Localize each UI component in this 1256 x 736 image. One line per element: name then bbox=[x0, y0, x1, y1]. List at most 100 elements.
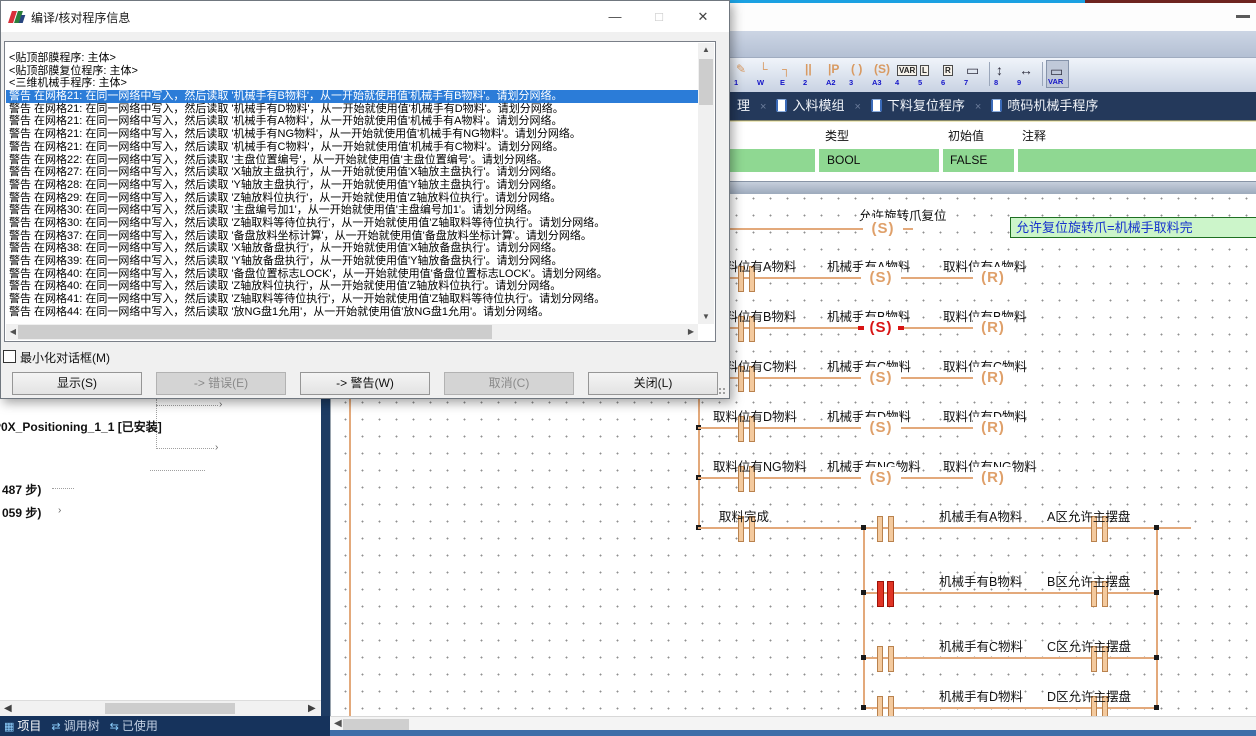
dialog-row[interactable]: 警告 在网格41: 在同一网络中写入，然后读取 'Z轴取料等待位执行'，从一开始… bbox=[6, 293, 698, 306]
comment-tool[interactable]: ▭7 bbox=[963, 60, 986, 88]
coil-symbol[interactable]: (S) bbox=[861, 417, 901, 439]
operand-label[interactable]: 取料位有NG物料 bbox=[713, 456, 807, 475]
wire-down-tool[interactable]: ┐E bbox=[779, 60, 802, 88]
table-ladder-splitter[interactable] bbox=[730, 173, 1256, 195]
contact-p-tool[interactable]: |PA2 bbox=[825, 60, 848, 88]
var-row-name-cell[interactable] bbox=[730, 149, 815, 172]
ladder-hscroll-thumb[interactable] bbox=[343, 719, 409, 730]
dialog-hscroll-thumb[interactable] bbox=[18, 325, 492, 339]
operand-label[interactable]: 机械手有D物料 bbox=[939, 686, 1023, 705]
coil-symbol[interactable]: (R) bbox=[973, 317, 1013, 339]
operand-label[interactable]: A区允许主摆盘 bbox=[1047, 506, 1130, 525]
dialog-button-2[interactable]: -> 错误(E) bbox=[156, 372, 286, 395]
dialog-row[interactable]: 警告 在网格30: 在同一网络中写入，然后读取 'Z轴取料等待位执行'，从一开始… bbox=[6, 217, 698, 230]
dialog-row[interactable]: 警告 在网格40: 在同一网络中写入，然后读取 '备盘位置标志LOCK'，从一开… bbox=[6, 268, 698, 281]
dialog-row[interactable]: 警告 在网格39: 在同一网络中写入，然后读取 'Y轴放备盘执行'，从一开始就使… bbox=[6, 255, 698, 268]
coil-symbol[interactable]: (R) bbox=[973, 417, 1013, 439]
tree-item-pox-positioning[interactable]: P0X_Positioning_1_1 [已安装] bbox=[0, 418, 162, 435]
operand-label[interactable]: 机械手有B物料 bbox=[939, 571, 1022, 590]
contact-symbol[interactable] bbox=[877, 696, 894, 716]
contact-symbol[interactable] bbox=[877, 581, 894, 605]
var-tool[interactable]: VAR4 bbox=[894, 60, 917, 88]
scroll-up-icon[interactable]: ▲ bbox=[698, 43, 714, 57]
close-icon[interactable]: ✕ bbox=[685, 1, 721, 32]
dialog-row[interactable]: <贴顶部膜复位程序: 主体> bbox=[6, 65, 698, 78]
coil-symbol[interactable]: (R) bbox=[973, 267, 1013, 289]
dialog-hscrollbar[interactable]: ◀ ▶ bbox=[6, 324, 698, 340]
operand-label[interactable]: 机械手有C物料 bbox=[939, 636, 1023, 655]
dialog-row[interactable]: <贴顶部膜程序: 主体> bbox=[6, 52, 698, 65]
tab-close-icon[interactable]: × bbox=[760, 93, 766, 121]
tree-tab-3[interactable]: ⇆已使用 bbox=[110, 716, 158, 736]
dialog-row[interactable]: 警告 在网格21: 在同一网络中写入，然后读取 '机械手有NG物料'，从一开始就… bbox=[6, 128, 698, 141]
dialog-row[interactable]: 警告 在网格21: 在同一网络中写入，然后读取 '机械手有B物料'，从一开始就使… bbox=[6, 90, 698, 103]
scroll-down-icon[interactable]: ▼ bbox=[698, 310, 714, 324]
stretch-v-tool[interactable]: ↕8 bbox=[993, 60, 1016, 88]
dialog-row[interactable]: 警告 在网格21: 在同一网络中写入，然后读取 '机械手有C物料'，从一开始就使… bbox=[6, 141, 698, 154]
operand-label[interactable]: D区允许主摆盘 bbox=[1047, 686, 1131, 705]
tab-close-icon[interactable]: × bbox=[975, 93, 981, 121]
tab-1[interactable]: 理 bbox=[737, 92, 750, 120]
panel-splitter[interactable] bbox=[321, 399, 330, 736]
dialog-titlebar[interactable]: 编译/核对程序信息 — □ ✕ bbox=[1, 1, 729, 32]
pencil-tool[interactable]: ✎1 bbox=[733, 60, 756, 88]
operand-label[interactable]: 取料位有D物料 bbox=[713, 406, 797, 425]
dialog-vscroll-thumb[interactable] bbox=[699, 59, 713, 105]
box-r-tool[interactable]: R6 bbox=[940, 60, 963, 88]
coil-symbol[interactable]: (S) bbox=[863, 218, 903, 240]
tab-4[interactable]: 喷码机械手程序 bbox=[991, 92, 1098, 120]
dialog-button-3[interactable]: -> 警告(W) bbox=[300, 372, 430, 395]
scroll-left-icon[interactable]: ◀ bbox=[334, 718, 342, 729]
dialog-row[interactable]: 警告 在网格40: 在同一网络中写入，然后读取 'Z轴放料位执行'，从一开始就使… bbox=[6, 280, 698, 293]
tab-3[interactable]: 下料复位程序 bbox=[871, 92, 965, 120]
var-comment-tool[interactable]: ▭VAR bbox=[1046, 60, 1069, 88]
scroll-right-icon[interactable]: ▶ bbox=[684, 324, 698, 340]
coil-symbol[interactable]: (S) bbox=[861, 367, 901, 389]
minimize-icon[interactable]: — bbox=[597, 1, 633, 32]
minimize-dialog-checkbox[interactable] bbox=[3, 350, 16, 363]
scroll-right-icon[interactable]: ▶ bbox=[308, 703, 316, 714]
contact-symbol[interactable] bbox=[877, 646, 894, 670]
box-l-tool[interactable]: L5 bbox=[917, 60, 940, 88]
dialog-row[interactable]: 警告 在网格21: 在同一网络中写入，然后读取 '机械手有A物料'，从一开始就使… bbox=[6, 115, 698, 128]
ladder-hscrollbar[interactable]: ◀ bbox=[330, 716, 1256, 731]
dialog-row[interactable]: 警告 在网格21: 在同一网络中写入，然后读取 '机械手有D物料'，从一开始就使… bbox=[6, 103, 698, 116]
coil-symbol[interactable]: (R) bbox=[973, 367, 1013, 389]
operand-label[interactable]: 取料完成 bbox=[719, 506, 769, 525]
coil-set-tool[interactable]: (S)A3 bbox=[871, 60, 894, 88]
dialog-row[interactable]: 警告 在网格44: 在同一网络中写入，然后读取 '放NG盘1允用'，从一开始就使… bbox=[6, 306, 698, 319]
contact-symbol[interactable] bbox=[877, 516, 894, 540]
network-comment-box[interactable]: 允许复位旋转爪=机械手取料完 bbox=[1010, 217, 1256, 238]
app-minimize-icon[interactable] bbox=[1236, 15, 1250, 18]
dialog-row[interactable]: <三维机械手程序: 主体> bbox=[6, 77, 698, 90]
tab-close-icon[interactable]: × bbox=[854, 93, 860, 121]
contact-tool[interactable]: ||2 bbox=[802, 60, 825, 88]
stretch-h-tool[interactable]: ↔9 bbox=[1016, 60, 1039, 88]
dialog-row[interactable]: 警告 在网格27: 在同一网络中写入，然后读取 'X轴放主盘执行'，从一开始就使… bbox=[6, 166, 698, 179]
tree-tab-2[interactable]: ⇄调用树 bbox=[51, 716, 99, 736]
project-tree-panel[interactable]: › P0X_Positioning_1_1 [已安装] › 487 步) 059… bbox=[0, 399, 321, 700]
dialog-vscrollbar[interactable]: ▲ ▼ bbox=[698, 43, 714, 324]
dialog-row[interactable]: 警告 在网格38: 在同一网络中写入，然后读取 'X轴放备盘执行'，从一开始就使… bbox=[6, 242, 698, 255]
tree-item-steps-487[interactable]: 487 步) bbox=[2, 481, 41, 498]
coil-symbol[interactable]: (S) bbox=[861, 267, 901, 289]
tab-2[interactable]: 入料模组 bbox=[776, 92, 844, 120]
dialog-button-5[interactable]: 关闭(L) bbox=[588, 372, 718, 395]
tree-tab-1[interactable]: ▦项目 bbox=[4, 716, 41, 736]
coil-tool[interactable]: ( )3 bbox=[848, 60, 871, 88]
wire-up-tool[interactable]: └W bbox=[756, 60, 779, 88]
tree-hscroll-thumb[interactable] bbox=[105, 703, 235, 714]
coil-symbol[interactable]: (S) bbox=[861, 467, 901, 489]
dialog-button-4[interactable]: 取消(C) bbox=[444, 372, 574, 395]
coil-symbol[interactable]: (S) bbox=[861, 317, 901, 339]
resize-grip[interactable] bbox=[718, 387, 726, 395]
dialog-row[interactable]: 警告 在网格28: 在同一网络中写入，然后读取 'Y轴放主盘执行'，从一开始就使… bbox=[6, 179, 698, 192]
coil-symbol[interactable]: (R) bbox=[973, 467, 1013, 489]
message-listbox[interactable]: <贴顶部膜程序: 主体><贴顶部膜复位程序: 主体><三维机械手程序: 主体>警… bbox=[4, 41, 716, 342]
operand-label[interactable]: 机械手有A物料 bbox=[939, 506, 1022, 525]
dialog-row[interactable]: 警告 在网格37: 在同一网络中写入，然后读取 '备盘放料坐标计算'，从一开始就… bbox=[6, 230, 698, 243]
tree-hscrollbar[interactable]: ◀ ▶ bbox=[0, 700, 321, 716]
dialog-button-1[interactable]: 显示(S) bbox=[12, 372, 142, 395]
operand-label[interactable]: B区允许主摆盘 bbox=[1047, 571, 1130, 590]
scroll-left-icon[interactable]: ◀ bbox=[4, 703, 12, 714]
